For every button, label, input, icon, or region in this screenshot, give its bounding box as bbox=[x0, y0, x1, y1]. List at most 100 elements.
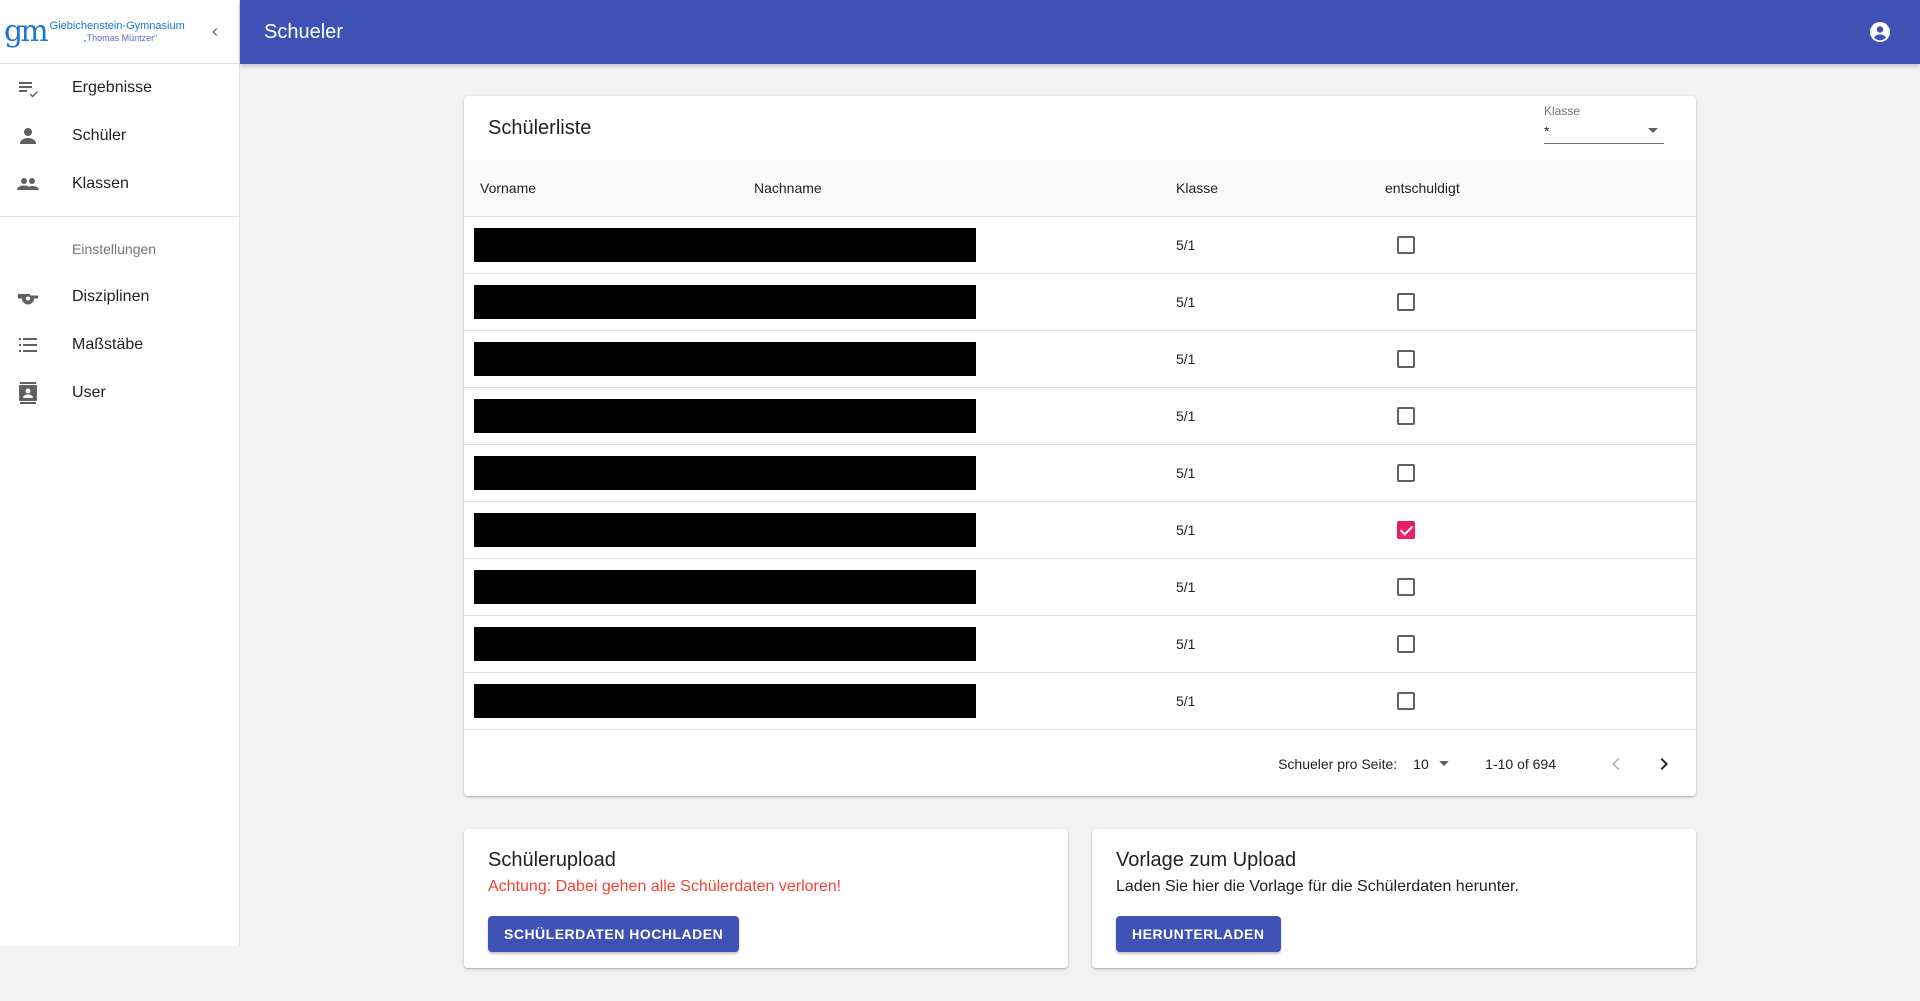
template-download-card: Vorlage zum Upload Laden Sie hier die Vo… bbox=[1092, 829, 1696, 968]
student-name-cell bbox=[464, 216, 1176, 274]
table-row[interactable]: 5/1 bbox=[464, 444, 1696, 502]
column-header-entschuldigt[interactable]: entschuldigt bbox=[1385, 160, 1696, 217]
entschuldigt-checkbox[interactable] bbox=[1397, 634, 1415, 653]
entschuldigt-checkbox[interactable] bbox=[1397, 463, 1415, 482]
student-name-cell bbox=[464, 330, 1176, 388]
entschuldigt-checkbox[interactable] bbox=[1397, 292, 1415, 311]
upload-title: Schülerupload bbox=[488, 849, 616, 871]
student-name-cell bbox=[464, 672, 1176, 730]
table-row[interactable]: 5/1 bbox=[464, 387, 1696, 445]
account-circle-icon bbox=[1870, 22, 1890, 42]
entschuldigt-cell bbox=[1385, 216, 1696, 274]
table-row[interactable]: 5/1 bbox=[464, 501, 1696, 559]
student-list-title: Schülerliste bbox=[488, 116, 592, 139]
student-name-cell bbox=[464, 615, 1176, 673]
student-table-body: 5/1 5/1 5/1 5/1 5/1 5/1 5/1 5/1 5/1 bbox=[464, 216, 1696, 730]
redacted-name bbox=[474, 341, 976, 376]
entschuldigt-cell bbox=[1385, 330, 1696, 388]
sidebar-item-schueler[interactable]: Schüler bbox=[0, 112, 239, 160]
klasse-cell: 5/1 bbox=[1176, 330, 1385, 388]
chevron-left-icon bbox=[1612, 757, 1620, 770]
table-row[interactable]: 5/1 bbox=[464, 330, 1696, 388]
main-nav: Ergebnisse Schüler Klassen Einstellungen… bbox=[0, 64, 239, 417]
table-row[interactable]: 5/1 bbox=[464, 216, 1696, 274]
dropdown-arrow-icon bbox=[1438, 761, 1449, 766]
entschuldigt-checkbox[interactable] bbox=[1397, 577, 1415, 596]
klasse-cell: 5/1 bbox=[1176, 273, 1385, 331]
entschuldigt-cell bbox=[1385, 615, 1696, 673]
template-title: Vorlage zum Upload bbox=[1116, 849, 1297, 871]
sidebar-item-label: User bbox=[72, 384, 106, 401]
contact-card-icon bbox=[19, 382, 37, 404]
sidebar-item-label: Ergebnisse bbox=[72, 79, 153, 96]
table-row[interactable]: 5/1 bbox=[464, 672, 1696, 730]
entschuldigt-cell bbox=[1385, 387, 1696, 445]
student-name-cell bbox=[464, 558, 1176, 616]
table-row[interactable]: 5/1 bbox=[464, 558, 1696, 616]
sidebar-item-ergebnisse[interactable]: Ergebnisse bbox=[0, 64, 239, 112]
entschuldigt-checkbox[interactable] bbox=[1397, 691, 1415, 710]
chevron-right-icon bbox=[1660, 757, 1668, 770]
column-header-vorname[interactable]: Vorname bbox=[464, 160, 754, 217]
sidebar-item-label: Klassen bbox=[72, 175, 129, 192]
klasse-cell: 5/1 bbox=[1176, 387, 1385, 445]
table-row[interactable]: 5/1 bbox=[464, 273, 1696, 331]
sidebar-item-user[interactable]: User bbox=[0, 369, 239, 417]
entschuldigt-cell bbox=[1385, 501, 1696, 559]
class-filter-label: Klasse bbox=[1544, 104, 1581, 118]
sidebar-item-label: Disziplinen bbox=[72, 288, 150, 305]
column-header-klasse[interactable]: Klasse bbox=[1176, 160, 1385, 217]
redacted-name bbox=[474, 455, 976, 490]
column-header-nachname[interactable]: Nachname bbox=[754, 160, 1176, 217]
page-title: Schueler bbox=[264, 20, 343, 43]
redacted-name bbox=[474, 227, 976, 262]
previous-page-button[interactable] bbox=[1596, 744, 1636, 784]
pagination-range: 1-10 of 694 bbox=[1485, 755, 1556, 772]
student-name-cell bbox=[464, 273, 1176, 331]
rows-per-page-label: Schueler pro Seite: bbox=[1278, 755, 1398, 772]
sidebar-item-massstaebe[interactable]: Maßstäbe bbox=[0, 321, 239, 369]
rows-per-page-select[interactable]: 10 bbox=[1413, 756, 1453, 772]
table-header-row: Vorname Nachname Klasse entschuldigt bbox=[464, 160, 1696, 217]
rows-per-page-value: 10 bbox=[1413, 755, 1429, 772]
logo-line-1: Giebichenstein-Gymnasium bbox=[49, 20, 185, 32]
sidebar-item-klassen[interactable]: Klassen bbox=[0, 160, 239, 208]
logo-line-2: „Thomas Müntzer“ bbox=[83, 32, 158, 43]
account-button[interactable] bbox=[1864, 16, 1896, 48]
people-icon bbox=[17, 178, 39, 190]
table-row[interactable]: 5/1 bbox=[464, 615, 1696, 673]
student-upload-card: Schülerupload Achtung: Dabei gehen alle … bbox=[464, 829, 1068, 968]
chevron-left-icon bbox=[212, 27, 218, 36]
sidebar: gm Giebichenstein-Gymnasium „Thomas Münt… bbox=[0, 0, 240, 946]
entschuldigt-cell bbox=[1385, 273, 1696, 331]
download-template-button[interactable]: HERUNTERLADEN bbox=[1116, 916, 1281, 952]
student-name-cell bbox=[464, 501, 1176, 559]
student-name-cell bbox=[464, 387, 1176, 445]
redacted-name bbox=[474, 626, 976, 661]
logo-mark: gm bbox=[4, 13, 49, 49]
klasse-cell: 5/1 bbox=[1176, 501, 1385, 559]
entschuldigt-checkbox[interactable] bbox=[1397, 235, 1415, 254]
klasse-cell: 5/1 bbox=[1176, 672, 1385, 730]
playlist-check-icon bbox=[19, 82, 38, 98]
sidebar-item-label: Schüler bbox=[72, 127, 127, 144]
upload-student-data-button[interactable]: SCHÜLERDATEN HOCHLADEN bbox=[488, 916, 740, 952]
entschuldigt-cell bbox=[1385, 558, 1696, 616]
redacted-name bbox=[474, 512, 976, 547]
app-bar: Schueler bbox=[240, 0, 1920, 64]
collapse-sidebar-button[interactable] bbox=[199, 16, 231, 48]
entschuldigt-checkbox[interactable] bbox=[1397, 349, 1415, 368]
student-name-cell bbox=[464, 444, 1176, 502]
klasse-cell: 5/1 bbox=[1176, 615, 1385, 673]
entschuldigt-checkbox[interactable] bbox=[1397, 406, 1415, 425]
student-list-header: Schülerliste Klasse * bbox=[464, 96, 1696, 160]
next-page-button[interactable] bbox=[1644, 744, 1684, 784]
entschuldigt-cell bbox=[1385, 444, 1696, 502]
student-list-card: Schülerliste Klasse * Vorname Nachname K… bbox=[464, 96, 1696, 796]
class-filter[interactable]: Klasse * bbox=[1544, 104, 1664, 144]
entschuldigt-checkbox[interactable] bbox=[1397, 520, 1415, 539]
sidebar-divider bbox=[0, 216, 239, 217]
sidebar-header: gm Giebichenstein-Gymnasium „Thomas Münt… bbox=[0, 0, 239, 64]
sidebar-item-disziplinen[interactable]: Disziplinen bbox=[0, 273, 239, 321]
class-filter-select[interactable]: * bbox=[1544, 118, 1664, 144]
